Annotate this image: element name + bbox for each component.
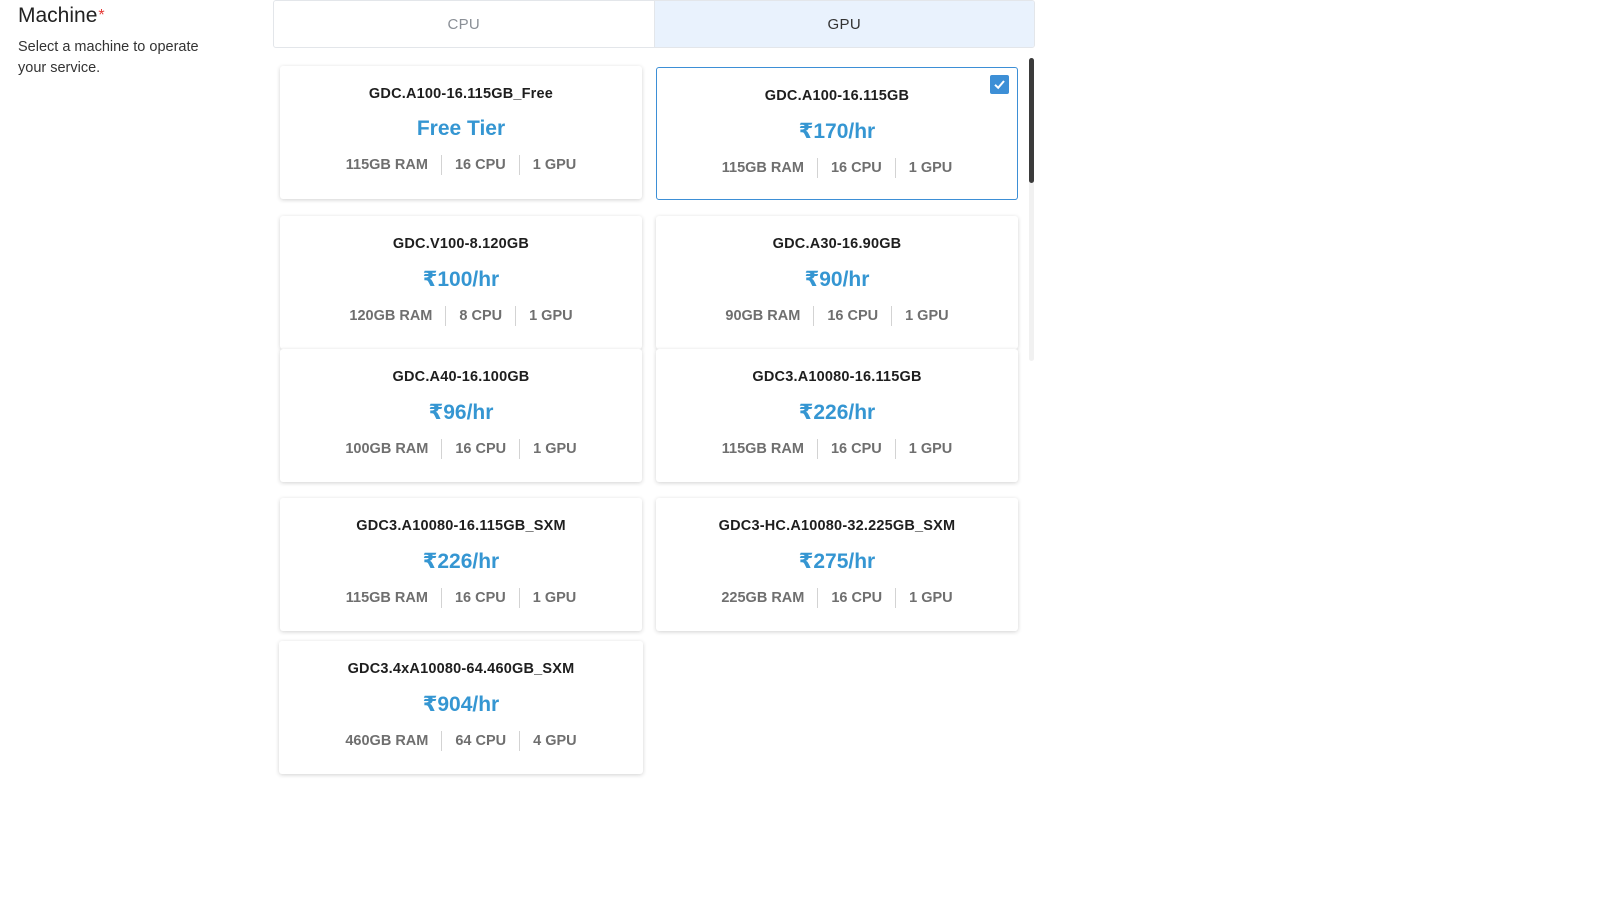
machine-price: ₹170/hr	[798, 120, 876, 143]
machine-price: ₹904/hr	[422, 693, 500, 716]
machine-name: GDC.A40-16.100GB	[392, 369, 530, 385]
machine-specs: 100GB RAM 16 CPU 1 GPU	[280, 439, 642, 459]
machine-type-tabs: CPU GPU	[273, 0, 1035, 48]
field-title-text: Machine	[18, 4, 98, 27]
machine-card-selected[interactable]: GDC.A100-16.115GB ₹170/hr 115GB RAM 16 C…	[656, 67, 1018, 200]
machine-price: ₹96/hr	[428, 401, 494, 424]
machine-selection-page: Machine* Select a machine to operate you…	[0, 0, 1600, 900]
spec-ram: 460GB RAM	[345, 733, 429, 749]
spec-ram: 100GB RAM	[345, 441, 429, 457]
machine-card[interactable]: GDC3-HC.A10080-32.225GB_SXM ₹275/hr 225G…	[656, 498, 1018, 631]
machine-card[interactable]: GDC.A100-16.115GB_Free Free Tier 115GB R…	[280, 66, 642, 199]
spec-cpu: 64 CPU	[441, 731, 519, 751]
scrollbar-track[interactable]	[1029, 58, 1034, 361]
machine-specs: 225GB RAM 16 CPU 1 GPU	[656, 588, 1018, 608]
spec-gpu: 4 GPU	[519, 731, 590, 751]
spec-cpu: 16 CPU	[816, 439, 895, 459]
machine-name: GDC3.4xA10080-64.460GB_SXM	[347, 661, 575, 677]
machine-specs: 90GB RAM 16 CPU 1 GPU	[656, 306, 1018, 326]
spec-cpu: 16 CPU	[816, 158, 895, 178]
spec-ram: 115GB RAM	[721, 160, 804, 176]
spec-cpu: 16 CPU	[441, 439, 519, 459]
spec-cpu: 16 CPU	[440, 588, 519, 608]
spec-ram: 90GB RAM	[725, 308, 801, 324]
machine-price: ₹275/hr	[798, 550, 876, 573]
machine-specs: 120GB RAM 8 CPU 1 GPU	[280, 306, 642, 326]
machine-name: GDC.A30-16.90GB	[772, 236, 902, 252]
spec-ram: 225GB RAM	[721, 590, 805, 606]
machine-specs: 115GB RAM 16 CPU 1 GPU	[280, 155, 642, 175]
machine-name: GDC3-HC.A10080-32.225GB_SXM	[718, 518, 956, 534]
field-title: Machine*	[18, 3, 228, 29]
machine-price: ₹90/hr	[804, 268, 870, 291]
machine-name: GDC.A100-16.115GB	[764, 88, 910, 104]
machine-name: GDC.V100-8.120GB	[392, 236, 530, 252]
machine-field-label: Machine* Select a machine to operate you…	[18, 3, 228, 79]
spec-ram: 120GB RAM	[349, 308, 433, 324]
machine-specs: 115GB RAM 16 CPU 1 GPU	[280, 588, 642, 608]
spec-gpu: 1 GPU	[891, 306, 962, 326]
machine-price: ₹226/hr	[798, 401, 876, 424]
field-description: Select a machine to operate your service…	[18, 39, 199, 76]
spec-ram: 115GB RAM	[721, 441, 804, 457]
spec-gpu: 1 GPU	[894, 439, 966, 459]
machine-specs: 115GB RAM 16 CPU 1 GPU	[657, 158, 1017, 178]
spec-gpu: 1 GPU	[515, 306, 586, 326]
scrollbar-thumb[interactable]	[1029, 58, 1034, 183]
checkmark-icon	[994, 80, 1005, 90]
machine-name: GDC3.A10080-16.115GB_SXM	[356, 518, 566, 534]
machine-price: Free Tier	[416, 117, 506, 140]
tab-cpu[interactable]: CPU	[274, 1, 654, 47]
spec-cpu: 8 CPU	[445, 306, 515, 326]
spec-gpu: 1 GPU	[894, 158, 966, 178]
machine-specs: 115GB RAM 16 CPU 1 GPU	[656, 439, 1018, 459]
spec-gpu: 1 GPU	[518, 588, 590, 608]
spec-cpu: 16 CPU	[817, 588, 895, 608]
machine-card[interactable]: GDC3.A10080-16.115GB_SXM ₹226/hr 115GB R…	[280, 498, 642, 631]
checkbox-checked-icon[interactable]	[990, 75, 1009, 94]
machine-card[interactable]: GDC.A40-16.100GB ₹96/hr 100GB RAM 16 CPU…	[280, 349, 642, 482]
spec-gpu: 1 GPU	[519, 439, 590, 459]
machine-card[interactable]: GDC3.4xA10080-64.460GB_SXM ₹904/hr 460GB…	[279, 641, 643, 774]
tab-gpu[interactable]: GPU	[653, 1, 1034, 47]
spec-ram: 115GB RAM	[345, 590, 428, 606]
machine-price: ₹100/hr	[422, 268, 500, 291]
spec-gpu: 1 GPU	[895, 588, 966, 608]
required-mark: *	[98, 7, 105, 24]
machine-card-grid: GDC.A100-16.115GB_Free Free Tier 115GB R…	[279, 66, 1030, 796]
spec-cpu: 16 CPU	[813, 306, 891, 326]
machine-card[interactable]: GDC.A30-16.90GB ₹90/hr 90GB RAM 16 CPU 1…	[656, 216, 1018, 349]
machine-card[interactable]: GDC.V100-8.120GB ₹100/hr 120GB RAM 8 CPU…	[280, 216, 642, 349]
spec-gpu: 1 GPU	[518, 155, 590, 175]
spec-cpu: 16 CPU	[440, 155, 519, 175]
machine-name: GDC3.A10080-16.115GB	[752, 369, 922, 385]
machine-name: GDC.A100-16.115GB_Free	[368, 86, 554, 102]
machine-specs: 460GB RAM 64 CPU 4 GPU	[279, 731, 643, 751]
spec-ram: 115GB RAM	[345, 157, 428, 173]
machine-price: ₹226/hr	[422, 550, 500, 573]
machine-card[interactable]: GDC3.A10080-16.115GB ₹226/hr 115GB RAM 1…	[656, 349, 1018, 482]
